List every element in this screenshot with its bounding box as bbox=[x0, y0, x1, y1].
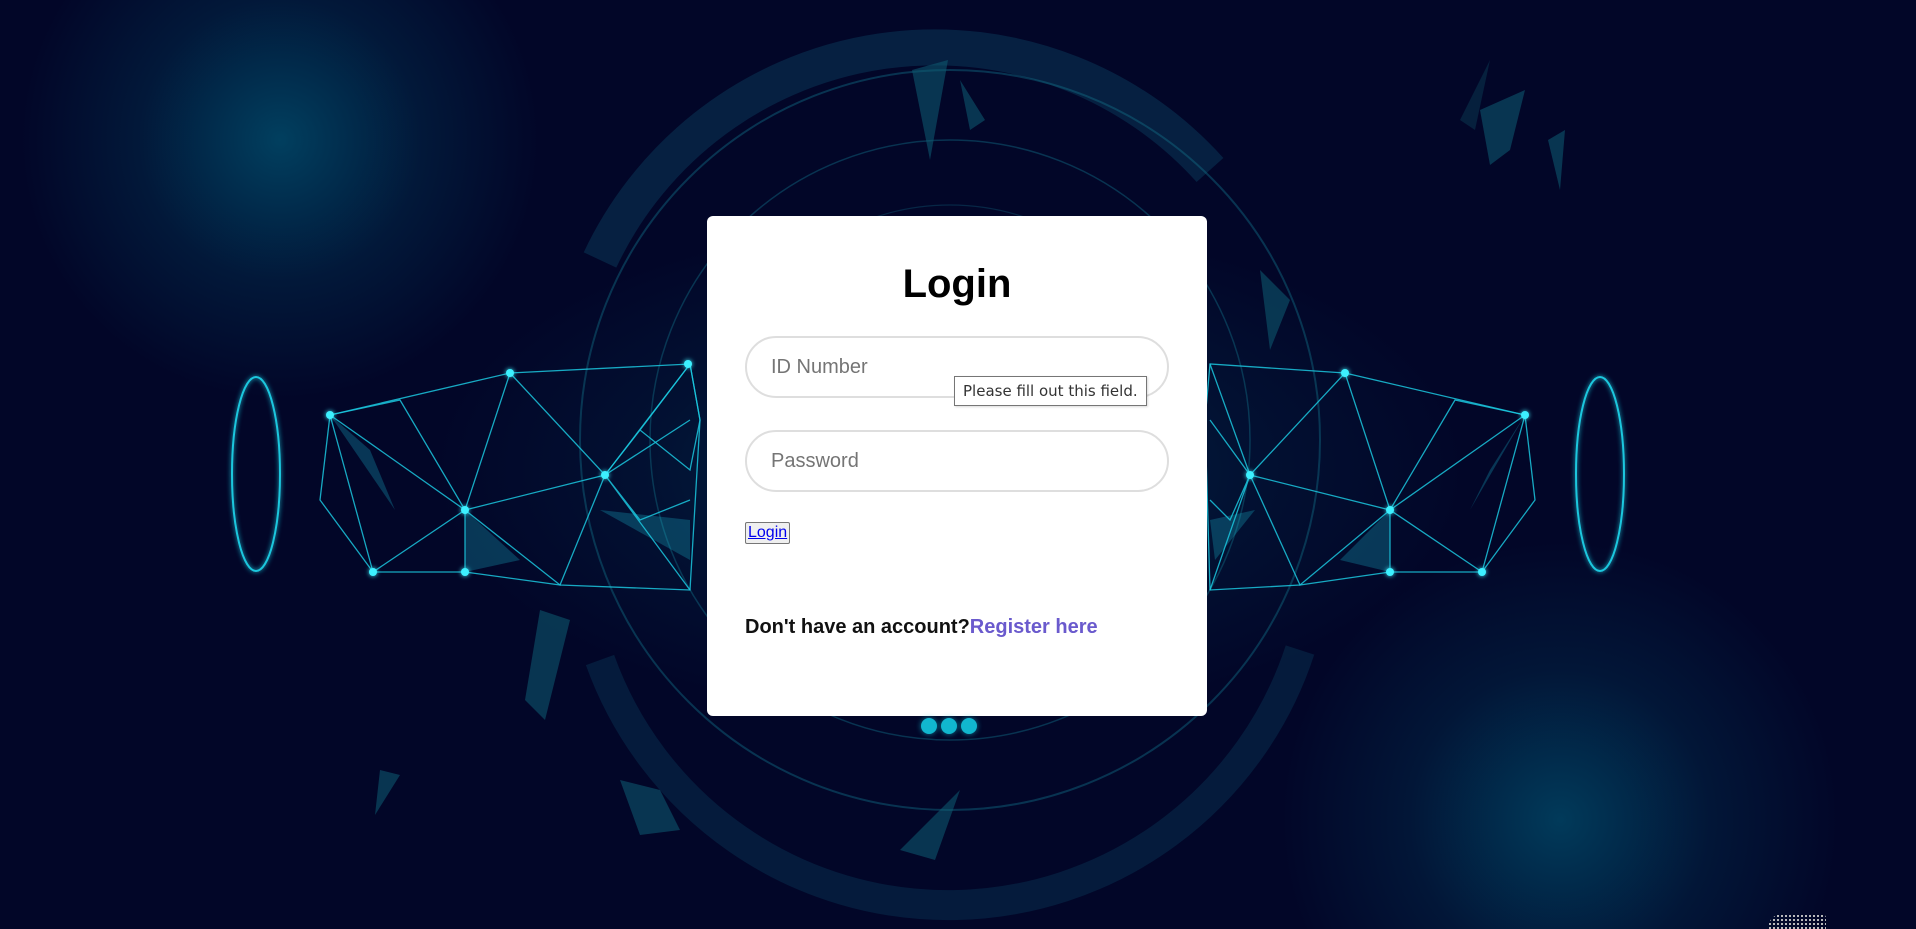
login-card: Login Please fill out this field. Login … bbox=[707, 216, 1207, 716]
login-button[interactable]: Login bbox=[745, 522, 791, 544]
register-prompt-row: Don't have an account?Register here bbox=[745, 616, 1098, 639]
register-prompt-text: Don't have an account? bbox=[745, 616, 970, 638]
carousel-dots bbox=[921, 718, 977, 734]
register-link[interactable]: Register here bbox=[970, 616, 1098, 638]
corner-dot-grid-icon bbox=[1768, 914, 1826, 929]
page-title: Login bbox=[902, 262, 1012, 306]
password-input[interactable] bbox=[745, 430, 1169, 492]
dot-icon bbox=[961, 718, 977, 734]
validation-tooltip: Please fill out this field. bbox=[954, 376, 1147, 406]
dot-icon bbox=[941, 718, 957, 734]
dot-icon bbox=[921, 718, 937, 734]
